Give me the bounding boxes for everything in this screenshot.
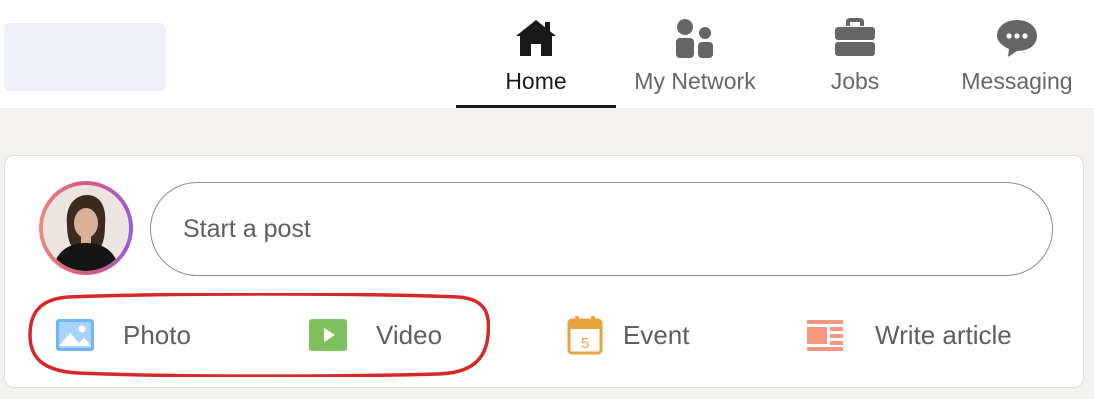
video-icon (308, 315, 348, 355)
write-article-label: Write article (875, 319, 1012, 350)
avatar[interactable] (39, 181, 133, 275)
calendar-day-number: 5 (581, 335, 589, 352)
search-box[interactable] (4, 23, 166, 91)
photo-icon (55, 315, 95, 355)
nav-my-network-label: My Network (634, 68, 756, 94)
write-article-button[interactable]: Write article (805, 311, 1012, 359)
article-icon (805, 315, 845, 355)
briefcase-icon (831, 14, 879, 62)
top-navigation-bar: Home My Network Jobs Messaging (0, 0, 1094, 108)
event-button[interactable]: 5 Event (565, 311, 690, 359)
event-label: Event (623, 319, 690, 350)
start-post-input[interactable]: Start a post (150, 182, 1053, 276)
nav-home-label: Home (505, 68, 567, 94)
nav-home[interactable]: Home (456, 14, 616, 108)
video-label: Video (376, 319, 443, 350)
photo-label: Photo (123, 319, 191, 350)
nav-messaging-label: Messaging (961, 68, 1073, 94)
video-button[interactable]: Video (308, 311, 442, 359)
nav-messaging[interactable]: Messaging (952, 14, 1082, 108)
post-composer-card: Start a post Photo Video 5 Event Write a… (4, 155, 1084, 388)
home-icon (512, 14, 560, 62)
messaging-icon (993, 14, 1041, 62)
photo-button[interactable]: Photo (55, 311, 191, 359)
nav-my-network[interactable]: My Network (620, 14, 770, 108)
profile-photo (43, 185, 129, 271)
calendar-icon: 5 (565, 315, 605, 355)
network-icon (671, 14, 719, 62)
nav-jobs[interactable]: Jobs (800, 14, 910, 108)
start-post-placeholder: Start a post (183, 214, 311, 243)
nav-jobs-label: Jobs (830, 68, 880, 94)
